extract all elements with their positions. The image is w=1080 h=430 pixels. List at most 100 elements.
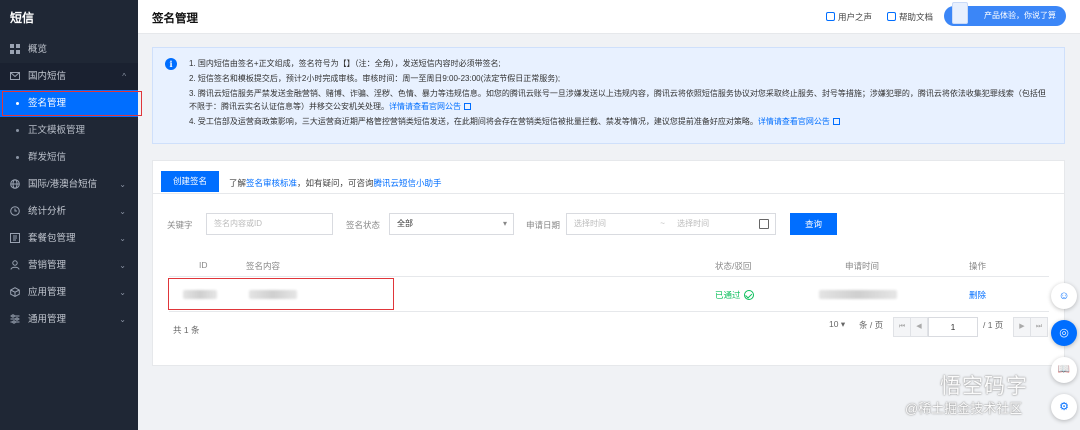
notice-item: 3. 腾讯云短信服务严禁发送金融营销、赌博、诈骗、淫秽、色情、暴力等违规信息。如…	[189, 89, 1046, 111]
status-badge: 已通过	[715, 289, 754, 301]
sidebar-item-app-management[interactable]: 应用管理 ⌄	[0, 279, 138, 306]
chevron-down-icon: ⌄	[119, 180, 126, 189]
bullet-icon	[16, 156, 19, 159]
chevron-down-icon: ⌄	[119, 261, 126, 270]
info-icon: i	[165, 58, 177, 70]
notice-item: 2. 短信签名和模板提交后，预计2小时完成审核。审核时间：周一至周日9:00-2…	[189, 74, 561, 83]
hint-text: 了解签名审核标准，如有疑问，可咨询腾讯云短信小助手	[229, 178, 442, 188]
page-size-select[interactable]: 10 ▾	[829, 319, 845, 330]
external-link-icon	[464, 103, 471, 110]
watermark-credit: @稀土掘金技术社区	[905, 401, 1023, 416]
date-end-placeholder: 选择时间	[677, 219, 710, 228]
signature-card: 创建签名 了解签名审核标准，如有疑问，可咨询腾讯云短信小助手 关键字 签名内容或…	[152, 160, 1065, 366]
sidebar: 短信 概览 国内短信 ^ 签名管理 正文模板管理 群发短信 国际/港澳台短信 ⌄…	[0, 0, 138, 430]
first-page-button[interactable]: ⏮	[893, 317, 911, 337]
redacted-id	[183, 290, 217, 299]
column-header-action: 操作	[969, 261, 987, 271]
customer-service-button[interactable]: ◎	[1051, 320, 1077, 346]
promo-label: 产品体验，你说了算	[984, 11, 1056, 20]
date-range-picker[interactable]: 选择时间 ~ 选择时间	[566, 213, 776, 235]
external-link-icon	[832, 118, 840, 125]
document-icon	[952, 2, 968, 24]
settings-button[interactable]: ⚙	[1051, 394, 1077, 420]
smile-feedback-button[interactable]: ☺	[1051, 283, 1077, 309]
sidebar-brand: 短信	[10, 11, 35, 25]
chevron-down-icon: ▾	[502, 219, 507, 228]
chevron-down-icon: ▾	[840, 319, 846, 329]
sidebar-item-label: 国内短信	[28, 71, 67, 82]
create-signature-button[interactable]: 创建签名	[161, 171, 219, 192]
date-separator: ~	[660, 219, 665, 228]
sidebar-item-statistics[interactable]: 统计分析 ⌄	[0, 198, 138, 225]
sidebar-item-package-management[interactable]: 套餐包管理 ⌄	[0, 225, 138, 252]
column-header-status: 状态/驳回	[715, 261, 752, 271]
edit-icon	[826, 12, 835, 21]
sidebar-item-label: 套餐包管理	[28, 233, 76, 244]
next-page-button[interactable]: ▶	[1013, 317, 1031, 337]
sidebar-item-label: 统计分析	[28, 206, 67, 217]
sidebar-item-general-management[interactable]: 通用管理 ⌄	[0, 306, 138, 333]
column-header-content: 签名内容	[246, 261, 281, 271]
table-row: 已通过 删除	[169, 277, 1049, 312]
help-docs-label: 帮助文档	[899, 12, 934, 22]
delete-link[interactable]: 删除	[969, 289, 986, 301]
check-circle-icon	[743, 290, 754, 300]
sidebar-item-international-sms[interactable]: 国际/港澳台短信 ⌄	[0, 171, 138, 198]
chevron-down-icon: ⌄	[119, 315, 126, 324]
sidebar-item-label: 通用管理	[28, 314, 67, 325]
sidebar-item-marketing-management[interactable]: 营销管理 ⌄	[0, 252, 138, 279]
sidebar-item-domestic-sms[interactable]: 国内短信 ^	[0, 63, 138, 90]
sidebar-item-label: 应用管理	[28, 287, 67, 298]
notice-item: 4. 受工信部及运营商政策影响，三大运营商近期严格管控营销类短信发送，在此期间将…	[189, 115, 1049, 128]
sms-assistant-link[interactable]: 腾讯云短信小助手	[374, 178, 442, 188]
status-select-value: 全部	[397, 219, 413, 228]
notice-banner: i 1. 国内短信由签名+正文组成，签名符号为【】（注：全角），发送短信内容时必…	[152, 47, 1065, 144]
user-icon	[10, 260, 20, 270]
feedback-promo-button[interactable]: 产品体验，你说了算	[944, 2, 1066, 26]
announcement-link[interactable]: 详情请查看官网公告	[389, 102, 461, 111]
announcement-link[interactable]: 详情请查看官网公告	[758, 117, 830, 126]
top-bar: 签名管理 用户之声 帮助文档 产品体验，你说了算	[138, 0, 1080, 34]
redacted-signature	[249, 290, 297, 299]
sidebar-item-overview[interactable]: 概览	[0, 36, 138, 63]
bullet-icon	[16, 129, 19, 132]
redacted-time	[819, 290, 897, 299]
help-docs-link[interactable]: 帮助文档	[887, 11, 933, 23]
keyword-label: 关键字	[167, 220, 193, 230]
bullet-icon	[16, 102, 19, 105]
sidebar-item-bulk-sms[interactable]: 群发短信	[0, 144, 138, 171]
notice-item: 1. 国内短信由签名+正文组成，签名符号为【】（注：全角），发送短信内容时必须带…	[189, 59, 501, 68]
chevron-down-icon: ⌄	[119, 288, 126, 297]
sidebar-item-label: 群发短信	[28, 152, 67, 163]
sidebar-item-label: 签名管理	[28, 98, 67, 109]
table-header: ID 签名内容 状态/驳回 申请时间 操作	[169, 253, 1049, 277]
sidebar-item-signature-management[interactable]: 签名管理	[0, 90, 138, 117]
status-select[interactable]: 全部 ▾	[389, 213, 514, 235]
notice-list: 1. 国内短信由签名+正文组成，签名符号为【】（注：全角），发送短信内容时必须带…	[189, 57, 1049, 130]
sidebar-item-label: 国际/港澳台短信	[28, 179, 98, 190]
divider	[153, 193, 1064, 194]
settings-icon	[10, 314, 20, 324]
chevron-up-icon: ^	[122, 72, 126, 81]
globe-icon	[10, 179, 20, 189]
query-button[interactable]: 查询	[790, 213, 837, 235]
user-voice-link[interactable]: 用户之声	[826, 11, 872, 23]
prev-page-button[interactable]: ◀	[910, 317, 928, 337]
docs-button[interactable]: 📖	[1051, 357, 1077, 383]
review-standard-link[interactable]: 签名审核标准	[246, 178, 297, 188]
package-icon	[10, 233, 20, 243]
calendar-icon	[759, 219, 769, 229]
sidebar-item-template-management[interactable]: 正文模板管理	[0, 117, 138, 144]
column-header-id: ID	[199, 260, 208, 270]
watermark-title: 悟空码字	[940, 375, 1028, 398]
status-label: 签名状态	[346, 220, 381, 230]
doc-icon	[887, 12, 896, 21]
mail-icon	[10, 72, 20, 80]
grid-icon	[10, 44, 20, 54]
sidebar-item-label: 营销管理	[28, 260, 67, 271]
page-number-input[interactable]: 1	[928, 317, 978, 337]
page-total: / 1 页	[983, 320, 1004, 330]
last-page-button[interactable]: ⏭	[1030, 317, 1048, 337]
keyword-input[interactable]: 签名内容或ID	[206, 213, 333, 235]
chevron-down-icon: ⌄	[119, 234, 126, 243]
